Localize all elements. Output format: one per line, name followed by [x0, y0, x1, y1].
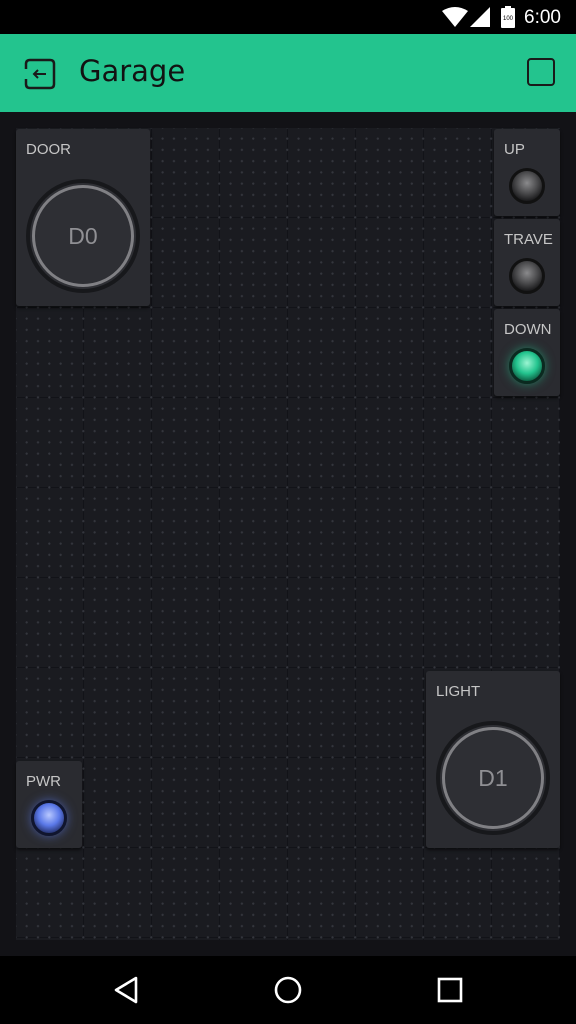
- widget-label: PWR: [26, 773, 61, 790]
- exit-project-button[interactable]: [20, 54, 60, 94]
- navigation-bar: [0, 956, 576, 1024]
- signal-icon: [470, 7, 490, 27]
- dashboard-canvas: DOOR D0 UP TRAVE DOWN LIGHT D1 PWR: [16, 128, 560, 940]
- exit-project-icon: [23, 58, 56, 90]
- led-indicator: [509, 168, 545, 204]
- wifi-icon: [442, 7, 468, 27]
- widget-label: UP: [504, 141, 525, 158]
- light-button[interactable]: D1: [436, 721, 550, 835]
- widget-label: TRAVE: [504, 231, 553, 248]
- door-button-widget[interactable]: DOOR D0: [16, 129, 150, 306]
- led-widget-up: UP: [494, 129, 560, 216]
- stop-square-icon[interactable]: [527, 58, 555, 86]
- status-bar: 100 6:00: [0, 0, 576, 34]
- back-triangle-icon[interactable]: [112, 974, 142, 1006]
- app-bar: Garage: [0, 34, 576, 112]
- recents-square-icon[interactable]: [436, 974, 464, 1006]
- status-time: 6:00: [524, 7, 561, 28]
- light-button-widget[interactable]: LIGHT D1: [426, 671, 560, 848]
- led-indicator: [509, 348, 545, 384]
- widget-label: LIGHT: [436, 683, 481, 700]
- led-widget-trave: TRAVE: [494, 219, 560, 306]
- led-indicator: [31, 800, 67, 836]
- battery-icon: 100: [501, 6, 515, 28]
- led-widget-down: DOWN: [494, 309, 560, 396]
- pin-label: D1: [478, 764, 508, 791]
- button-ring: D1: [442, 727, 544, 829]
- page-title: Garage: [79, 54, 186, 88]
- pin-label: D0: [68, 222, 98, 249]
- home-circle-icon[interactable]: [272, 974, 304, 1006]
- button-ring: D0: [32, 185, 134, 287]
- led-widget-pwr: PWR: [16, 761, 82, 848]
- widget-label: DOOR: [26, 141, 71, 158]
- widget-label: DOWN: [504, 321, 552, 338]
- battery-level: 100: [503, 16, 514, 22]
- door-button[interactable]: D0: [26, 179, 140, 293]
- led-indicator: [509, 258, 545, 294]
